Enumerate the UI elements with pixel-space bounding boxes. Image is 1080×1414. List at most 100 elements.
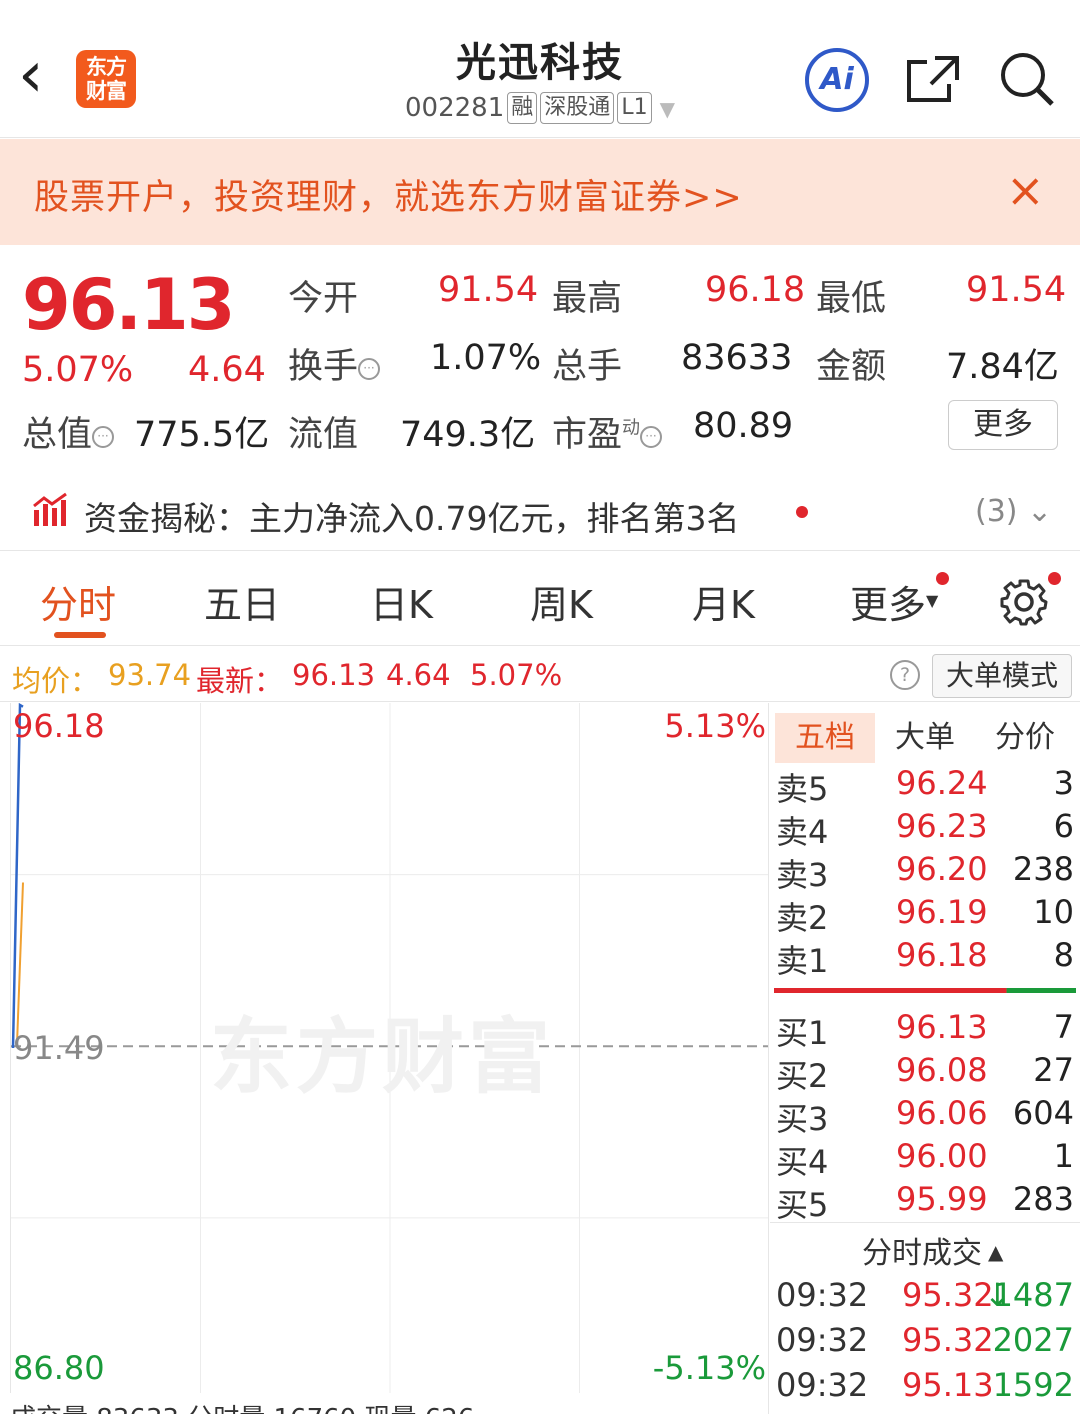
level-price: 95.99: [896, 1180, 988, 1218]
amount-value: 7.84亿: [946, 347, 1059, 387]
big-order-mode-button[interactable]: 大单模式: [932, 654, 1072, 698]
level-volume: 27: [1033, 1051, 1074, 1089]
chevron-down-icon: ⌄: [1027, 494, 1053, 529]
level-label: 卖4: [776, 813, 829, 851]
ask-row[interactable]: 卖1 96.18 8: [776, 936, 1076, 980]
level-volume: 10: [1033, 893, 1074, 931]
fund-flow-count[interactable]: (3) ⌄: [975, 494, 1052, 529]
level-label: 卖2: [776, 899, 829, 937]
latest-label: 最新：: [196, 664, 284, 698]
top-bar: ‹ 东方 财富 光迅科技 002281 融深股通 L1 ▼ Ai: [0, 0, 1080, 138]
ask-row[interactable]: 卖5 96.24 3: [776, 764, 1076, 808]
tick-row: 09:32 95.32 ↓ 1487: [776, 1276, 1076, 1320]
level-label: 买1: [776, 1014, 829, 1052]
tab-five-day[interactable]: 五日: [204, 574, 280, 629]
ask-row[interactable]: 卖2 96.19 10: [776, 893, 1076, 937]
tick-volume: 1592: [992, 1366, 1074, 1404]
fund-flow-text: 资金揭秘：主力净流入0.79亿元，排名第3名: [84, 499, 740, 538]
bid-row[interactable]: 买1 96.13 7: [776, 1008, 1076, 1052]
turnover-label-text: 换手: [288, 347, 359, 387]
tab-big-orders[interactable]: 大单: [895, 713, 955, 763]
bid-row[interactable]: 买5 95.99 283: [776, 1180, 1076, 1224]
avg-label: 均价：: [12, 664, 100, 698]
share-icon[interactable]: [905, 52, 961, 104]
tick-price: 95.32: [902, 1276, 994, 1314]
level-label: 卖1: [776, 942, 829, 980]
bid-row[interactable]: 买2 96.08 27: [776, 1051, 1076, 1095]
settings-gear-icon[interactable]: [1000, 578, 1048, 626]
level-volume: 1: [1053, 1137, 1074, 1175]
level-price: 96.24: [896, 764, 988, 802]
help-icon[interactable]: ?: [890, 660, 920, 690]
level-volume: 238: [1012, 850, 1074, 888]
more-quote-button[interactable]: 更多: [948, 400, 1058, 450]
info-dots-icon[interactable]: ···: [358, 358, 381, 380]
ai-assistant-button[interactable]: Ai: [805, 48, 869, 112]
level-price: 96.00: [896, 1137, 988, 1175]
mktcap-label[interactable]: 总值 ···: [22, 406, 115, 457]
pe-label[interactable]: 市盈动 ···: [552, 406, 663, 457]
volume-label: 总手: [552, 347, 623, 387]
bar-chart-icon: [33, 492, 67, 526]
fund-flow-row[interactable]: 资金揭秘：主力净流入0.79亿元，排名第3名 (3) ⌄: [0, 476, 1080, 551]
bid-row[interactable]: 买4 96.00 1: [776, 1137, 1076, 1181]
level-label: 买2: [776, 1057, 829, 1095]
latest-value: 96.13: [292, 658, 376, 692]
account-open-banner[interactable]: 股票开户，投资理财，就选东方财富证券>> ×: [0, 139, 1080, 245]
tick-price: 95.13: [902, 1366, 994, 1404]
latest-change: 4.64: [386, 658, 451, 692]
tab-intraday[interactable]: 分时: [40, 574, 116, 629]
tab-weekly-k[interactable]: 周K: [530, 574, 593, 629]
tab-more-label: 更多: [850, 583, 927, 627]
turnover-label[interactable]: 换手 ···: [288, 338, 381, 389]
change-percent: 5.07%: [22, 350, 134, 390]
tab-five-levels[interactable]: 五档: [775, 713, 875, 763]
avg-value: 93.74: [108, 658, 192, 692]
ticks-title-text: 分时成交: [862, 1236, 982, 1271]
ask-row[interactable]: 卖3 96.20 238: [776, 850, 1076, 894]
dropdown-caret-icon: ▼: [659, 97, 675, 121]
info-dots-icon[interactable]: ···: [640, 426, 663, 448]
tab-price-distribution[interactable]: 分价: [995, 713, 1055, 763]
open-label: 今开: [288, 279, 359, 319]
watermark: 东方财富: [210, 1010, 555, 1105]
banner-text[interactable]: 股票开户，投资理财，就选东方财富证券>>: [34, 169, 743, 220]
notification-dot: [796, 506, 808, 518]
level-price: 96.06: [896, 1094, 988, 1132]
level-label: 买4: [776, 1143, 829, 1181]
quote-panel: 96.13 5.07% 4.64 今开 91.54 最高 96.18 最低 91…: [0, 246, 1080, 466]
caret-up-icon: ▲: [988, 1240, 1004, 1264]
tick-row: 09:32 95.13 1592: [776, 1366, 1076, 1410]
tab-monthly-k[interactable]: 月K: [692, 574, 755, 629]
info-dots-icon[interactable]: ···: [92, 426, 115, 448]
connect-tag: 深股通: [540, 92, 615, 124]
ask-row[interactable]: 卖4 96.23 6: [776, 807, 1076, 851]
level-label: 卖3: [776, 856, 829, 894]
float-label: 流值: [288, 415, 359, 455]
active-tab-indicator: [54, 632, 106, 638]
ticks-title[interactable]: 分时成交 ▲: [862, 1228, 1003, 1272]
latest-change-pct: 5.07%: [470, 658, 563, 692]
tick-volume: 2027: [992, 1321, 1074, 1359]
chart-tabs: 分时 五日 日K 周K 月K 更多▼: [0, 552, 1080, 646]
tab-more[interactable]: 更多▼: [850, 574, 938, 629]
tick-time: 09:32: [776, 1321, 869, 1359]
volume-value: 83633: [681, 338, 793, 378]
level-label: 买3: [776, 1100, 829, 1138]
bid-row[interactable]: 买3 96.06 604: [776, 1094, 1076, 1138]
last-price: 96.13: [22, 264, 235, 346]
buy-sell-ratio-bar: [774, 988, 1076, 993]
tick-volume: 1487: [992, 1276, 1074, 1314]
level-volume: 6: [1053, 807, 1074, 845]
volume-footer: 成交量 83633 分时量 16760 现量 626: [10, 1398, 768, 1414]
tick-row: 09:32 95.32 2027: [776, 1321, 1076, 1365]
tick-price: 95.32: [902, 1321, 994, 1359]
pe-superscript: 动: [622, 417, 641, 439]
close-icon[interactable]: ×: [1006, 163, 1045, 217]
fund-count-text: (3): [975, 494, 1018, 529]
y-mid-label: 91.49: [13, 1029, 105, 1067]
notification-dot: [936, 572, 949, 585]
tab-daily-k[interactable]: 日K: [370, 574, 433, 629]
level-tag: L1: [617, 92, 652, 124]
search-icon[interactable]: [998, 50, 1056, 108]
